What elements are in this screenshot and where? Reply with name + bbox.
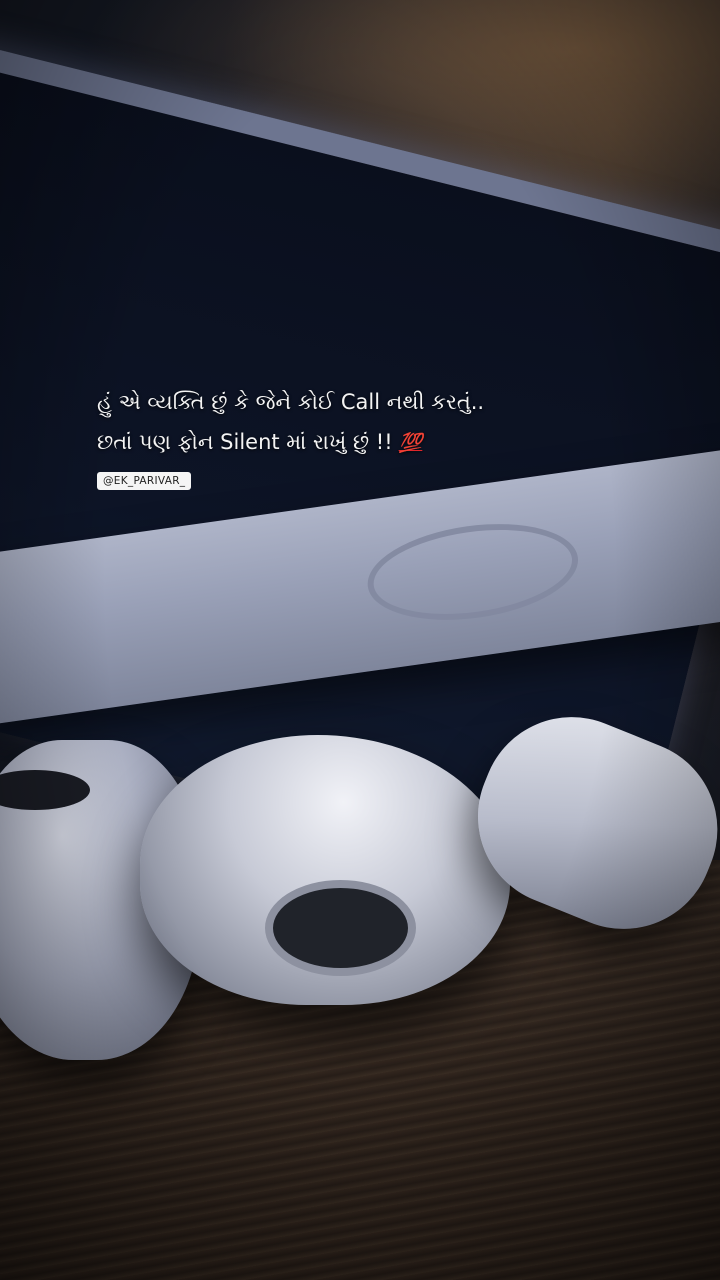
hundred-emoji-icon: 💯 — [398, 432, 423, 454]
quote-text: હું એ વ્યક્તિ છું કે જેને કોઈ Call નથી ક… — [97, 382, 484, 463]
quote-line-1: હું એ વ્યક્તિ છું કે જેને કોઈ Call નથી ક… — [97, 390, 485, 414]
quote-line-2: છતાં પણ ફોન Silent માં રાખું છું !! 💯 — [97, 422, 484, 463]
background-photo: હું એ વ્યક્તિ છું કે જેને કોઈ Call નથી ક… — [0, 0, 720, 1280]
vignette-overlay — [0, 0, 720, 1280]
watermark-handle: @EK_PARIVAR_ — [97, 472, 192, 490]
quote-line-2-text: છતાં પણ ફોન Silent માં રાખું છું !! — [97, 430, 393, 454]
